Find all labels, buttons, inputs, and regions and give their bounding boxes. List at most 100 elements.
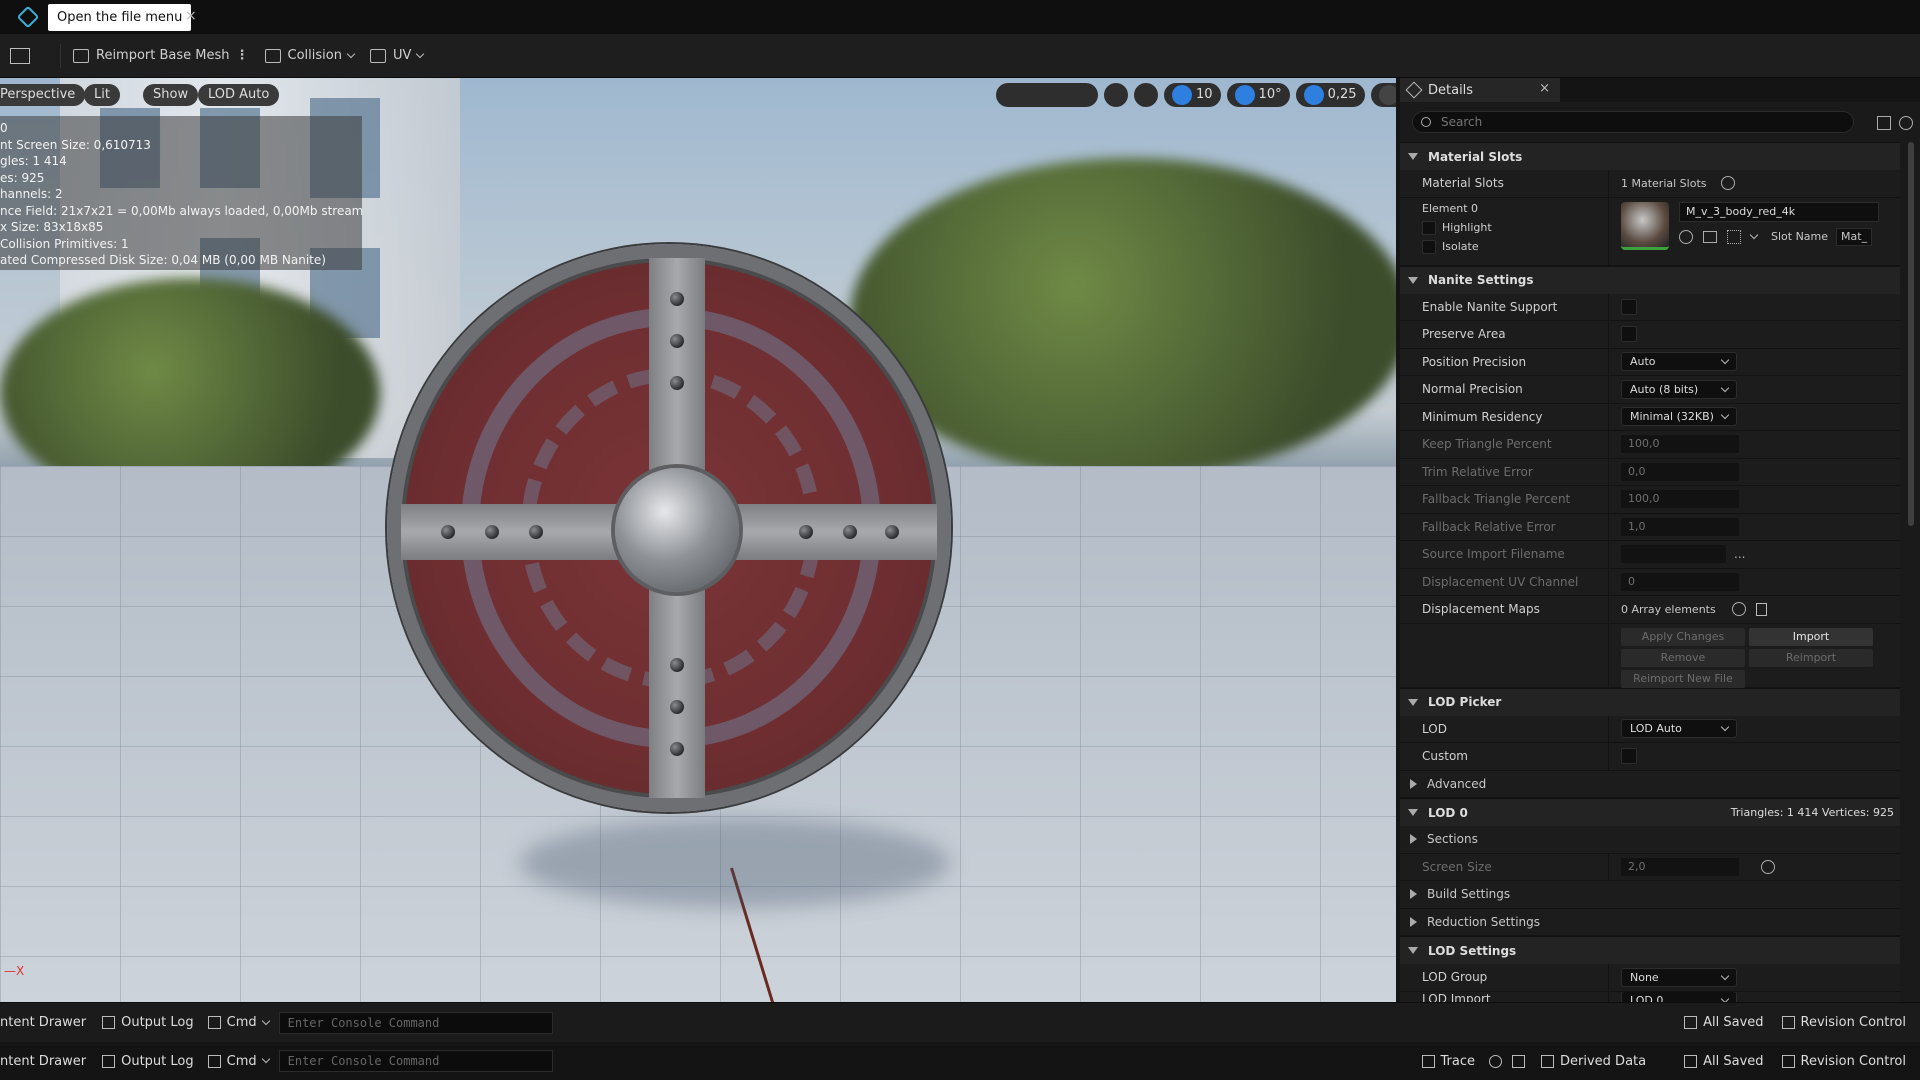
trash-icon[interactable] [1755,602,1767,616]
material-options-icon[interactable] [1727,229,1741,244]
content-drawer-button[interactable]: ntent Drawer [0,1015,86,1030]
lod-group-dropdown[interactable]: None [1621,967,1737,987]
property-value [1608,293,1900,320]
close-tab-icon[interactable]: × [185,8,197,24]
settings-gear-icon[interactable] [1899,116,1913,130]
apply-changes-button[interactable]: Apply Changes [1621,627,1745,646]
property-label: Screen Size [1422,859,1492,874]
cmd-label: Cmd [226,1015,257,1030]
browse-file-button[interactable]: ... [1734,547,1745,561]
build-settings-row[interactable]: Build Settings [1400,881,1900,909]
reimport-button[interactable]: Reimport [1749,648,1873,667]
close-icon[interactable]: × [1539,81,1550,96]
trim-relative-error-field[interactable]: 0,0 [1621,462,1739,481]
all-saved-button[interactable]: All Saved [1684,1054,1764,1069]
preserve-area-checkbox[interactable] [1621,326,1637,343]
record-icon[interactable] [1489,1054,1503,1068]
transform-tools-group[interactable] [996,83,1098,107]
category-nanite-settings[interactable]: Nanite Settings [1400,265,1900,294]
table-view-icon[interactable] [1877,116,1891,130]
camera-speed-button[interactable]: 1 [1370,83,1396,107]
output-log-button[interactable]: Output Log [102,1015,194,1030]
trace-button[interactable]: Trace [1421,1054,1475,1069]
remove-button[interactable]: Remove [1621,648,1745,667]
advanced-row[interactable]: Advanced [1400,770,1900,798]
shield-mesh[interactable] [387,244,951,812]
chevron-down-icon [346,49,356,58]
minimum-residency-dropdown[interactable]: Minimal (32KB) [1621,407,1737,427]
details-search-box[interactable] [1412,111,1854,133]
grid-snap-toggle[interactable]: 10 [1164,83,1221,107]
keep-triangle-percent-field[interactable]: 100,0 [1621,435,1739,454]
all-saved-button[interactable]: All Saved [1684,1015,1764,1030]
category-lod-settings[interactable]: LOD Settings [1400,936,1900,964]
screen-size-field[interactable]: 2,0 [1621,857,1739,876]
isolate-label: Isolate [1442,240,1479,253]
material-picker[interactable]: M_v_3_body_red_4k [1679,201,1879,222]
custom-checkbox[interactable] [1621,748,1637,765]
category-material-slots[interactable]: Material Slots [1400,142,1900,170]
editor-tab[interactable]: Open the file menu [16,0,192,34]
slot-name-field[interactable]: Mat_ [1836,227,1873,246]
add-platform-override-icon[interactable] [1761,859,1775,874]
highlight-checkbox[interactable] [1422,220,1436,235]
lod-dropdown[interactable]: LOD Auto [1621,719,1737,739]
expand-icon [1408,276,1418,284]
cmd-dropdown[interactable]: Cmd [207,1054,270,1069]
details-tab[interactable]: Details × [1400,78,1560,102]
expand-icon [1410,778,1417,789]
browse-folder-icon[interactable] [1703,230,1717,243]
surface-snap-icon[interactable] [1104,83,1128,107]
add-element-icon[interactable] [1731,602,1746,617]
show-button[interactable]: Show [143,84,199,106]
fallback-relative-error-field[interactable]: 1,0 [1621,517,1739,536]
reimport-new-file-button[interactable]: Reimport New File [1621,669,1745,688]
fallback-triangle-percent-field[interactable]: 100,0 [1621,490,1739,509]
enable-nanite-checkbox[interactable] [1621,298,1637,315]
perspective-button[interactable]: Perspective [0,84,86,106]
chevron-down-icon[interactable] [1749,230,1759,239]
normal-precision-dropdown[interactable]: Auto (8 bits) [1621,379,1737,399]
expand-icon [1408,947,1418,954]
more-options-icon[interactable]: ⋮ [236,48,249,63]
uv-dropdown[interactable]: UV [369,48,425,63]
isolate-checkbox[interactable] [1422,239,1436,254]
lod-auto-button[interactable]: LOD Auto [198,84,280,106]
console-command-input[interactable]: Enter Console Command [278,1011,553,1034]
console-command-input[interactable]: Enter Console Command [278,1050,553,1072]
rotation-snap-toggle[interactable]: 10° [1226,83,1290,107]
content-drawer-button[interactable]: ntent Drawer [0,1054,86,1069]
lit-button[interactable]: Lit [84,84,120,106]
output-log-button[interactable]: Output Log [102,1054,194,1069]
chevron-down-icon [1720,971,1730,980]
details-search-input[interactable] [1441,115,1821,129]
reset-arrow-icon[interactable] [1679,229,1693,244]
derived-data-button[interactable]: Derived Data [1541,1054,1646,1069]
viewport[interactable]: Perspective Lit Show LOD Auto 0 nt Scree… [0,78,1396,1002]
position-precision-dropdown[interactable]: Auto [1621,352,1737,372]
cmd-dropdown[interactable]: Cmd [207,1015,270,1030]
details-scrollbar[interactable] [1908,142,1914,526]
reimport-base-mesh-button[interactable]: Reimport Base Mesh ⋮ [73,48,249,63]
material-thumbnail[interactable] [1621,201,1669,250]
local-space-icon[interactable] [1134,83,1158,107]
revision-control-button[interactable]: Revision Control [1781,1054,1906,1069]
reduction-settings-row[interactable]: Reduction Settings [1400,908,1900,936]
property-value: ... [1608,541,1900,568]
source-import-filename-field[interactable] [1621,545,1726,564]
revision-control-button[interactable]: Revision Control [1781,1015,1906,1030]
reimport-icon [73,48,89,63]
import-button[interactable]: Import [1749,627,1873,646]
displacement-uv-channel-field[interactable]: 0 [1621,572,1739,591]
category-lod0[interactable]: LOD 0 Triangles: 1 414 Vertices: 925 [1400,798,1900,826]
property-row: LOD LOD Auto [1400,715,1900,743]
displacement-buttons-row: Apply Changes Import Remove Reimport Reimp… [1400,623,1900,688]
scale-snap-toggle[interactable]: 0,25 [1295,83,1365,107]
browse-asset-icon[interactable] [10,47,30,64]
sections-row[interactable]: Sections [1400,826,1900,854]
category-lod-picker[interactable]: LOD Picker [1400,687,1900,716]
add-slot-icon[interactable] [1720,176,1735,191]
property-label: Preserve Area [1422,327,1506,342]
collision-dropdown[interactable]: Collision [264,48,356,63]
screenshot-icon[interactable] [1512,1054,1526,1068]
